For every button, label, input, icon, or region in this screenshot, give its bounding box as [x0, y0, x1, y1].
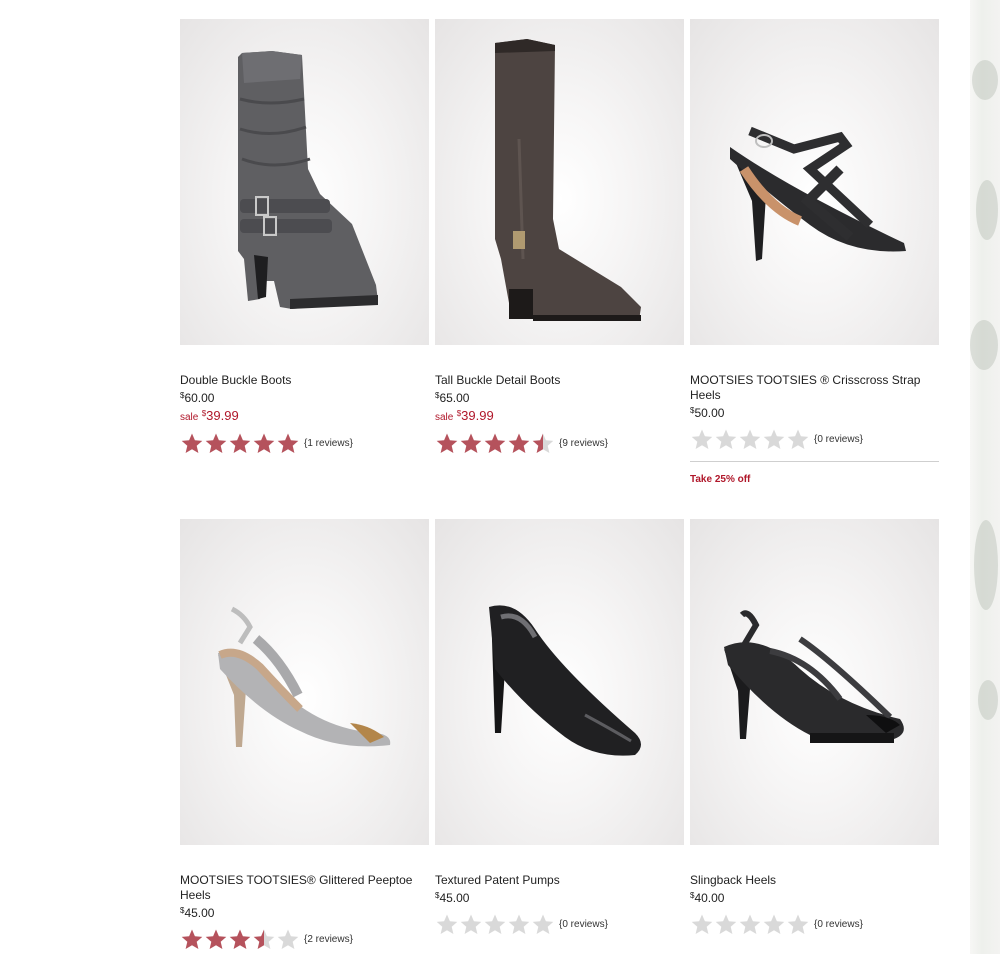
- star-rating: {1 reviews}: [180, 431, 429, 455]
- product-name-link[interactable]: Tall Buckle Detail Boots: [435, 373, 680, 388]
- product-name-link[interactable]: MOOTSIES TOOTSIES ® Crisscross Strap Hee…: [690, 373, 935, 403]
- star-icon: [277, 929, 299, 949]
- star-icon: [691, 914, 713, 934]
- background-decoration: [970, 0, 1000, 954]
- star-icon: [181, 929, 203, 949]
- promo-offer-link[interactable]: Take 25% off: [690, 472, 939, 487]
- star-rating: {0 reviews}: [435, 912, 684, 936]
- original-price: $40.00: [690, 891, 725, 905]
- star-icon: [205, 929, 227, 949]
- star-rating: {9 reviews}: [435, 431, 684, 455]
- star-icon: [253, 929, 275, 949]
- star-icon: [484, 433, 506, 453]
- reviews-link[interactable]: {9 reviews}: [559, 436, 608, 451]
- star-icon: [436, 433, 458, 453]
- product-card: Tall Buckle Detail Boots $65.00 sale $39…: [435, 19, 684, 455]
- rating-stars: [690, 913, 810, 935]
- original-price: $50.00: [690, 406, 725, 420]
- star-icon: [253, 433, 275, 453]
- product-image-link[interactable]: [690, 519, 939, 845]
- original-price: $45.00: [180, 906, 215, 920]
- product-name-link[interactable]: MOOTSIES TOOTSIES® Glittered Peeptoe Hee…: [180, 873, 425, 903]
- original-price: $45.00: [435, 891, 470, 905]
- star-icon: [532, 433, 554, 453]
- star-icon: [787, 429, 809, 449]
- product-image-link[interactable]: [435, 19, 684, 345]
- rating-stars: [180, 928, 300, 950]
- star-icon: [436, 914, 458, 934]
- black-crisscross-strap-sandal-image: [730, 126, 906, 261]
- star-icon: [181, 433, 203, 453]
- reviews-link[interactable]: {0 reviews}: [559, 917, 608, 932]
- star-rating: {0 reviews}: [690, 427, 939, 451]
- star-icon: [787, 914, 809, 934]
- sale-price: sale $39.99: [180, 408, 239, 423]
- brown-tall-riding-boot-image: [495, 39, 641, 321]
- rating-stars: [180, 432, 300, 454]
- star-icon: [763, 429, 785, 449]
- original-price: $60.00: [180, 391, 215, 405]
- star-icon: [277, 433, 299, 453]
- star-icon: [715, 914, 737, 934]
- black-slingback-peeptoe-image: [724, 610, 904, 743]
- product-card: Slingback Heels $40.00 {0 reviews}: [690, 519, 939, 936]
- star-rating: {2 reviews}: [180, 927, 429, 951]
- star-icon: [229, 929, 251, 949]
- product-card: Textured Patent Pumps $45.00 {0 reviews}: [435, 519, 684, 936]
- product-name-link[interactable]: Slingback Heels: [690, 873, 935, 888]
- grey-slouch-buckle-boot-image: [238, 51, 378, 309]
- star-rating: {0 reviews}: [690, 912, 939, 936]
- star-icon: [739, 429, 761, 449]
- star-icon: [691, 429, 713, 449]
- black-patent-pump-image: [489, 605, 641, 756]
- product-image-link[interactable]: [180, 19, 429, 345]
- star-icon: [532, 914, 554, 934]
- reviews-link[interactable]: {2 reviews}: [304, 932, 353, 947]
- star-icon: [508, 433, 530, 453]
- sale-price: sale $39.99: [435, 408, 494, 423]
- product-image-link[interactable]: [180, 519, 429, 845]
- product-image-link[interactable]: [690, 19, 939, 345]
- reviews-link[interactable]: {0 reviews}: [814, 917, 863, 932]
- star-icon: [739, 914, 761, 934]
- reviews-link[interactable]: {1 reviews}: [304, 436, 353, 451]
- star-icon: [763, 914, 785, 934]
- product-card: MOOTSIES TOOTSIES® Glittered Peeptoe Hee…: [180, 519, 429, 951]
- reviews-link[interactable]: {0 reviews}: [814, 432, 863, 447]
- rating-stars: [690, 428, 810, 450]
- star-icon: [229, 433, 251, 453]
- rating-stars: [435, 913, 555, 935]
- original-price: $65.00: [435, 391, 470, 405]
- product-name-link[interactable]: Textured Patent Pumps: [435, 873, 680, 888]
- product-image-link[interactable]: [435, 519, 684, 845]
- product-card: Double Buckle Boots $60.00 sale $39.99 {…: [180, 19, 429, 455]
- star-icon: [508, 914, 530, 934]
- product-card: MOOTSIES TOOTSIES ® Crisscross Strap Hee…: [690, 19, 939, 487]
- product-name-link[interactable]: Double Buckle Boots: [180, 373, 425, 388]
- star-icon: [205, 433, 227, 453]
- star-icon: [484, 914, 506, 934]
- star-icon: [715, 429, 737, 449]
- star-icon: [460, 914, 482, 934]
- silver-glitter-slingback-peeptoe-image: [218, 606, 391, 747]
- rating-stars: [435, 432, 555, 454]
- product-grid-page: Double Buckle Boots $60.00 sale $39.99 {…: [0, 0, 1000, 954]
- divider: [690, 461, 939, 462]
- star-icon: [460, 433, 482, 453]
